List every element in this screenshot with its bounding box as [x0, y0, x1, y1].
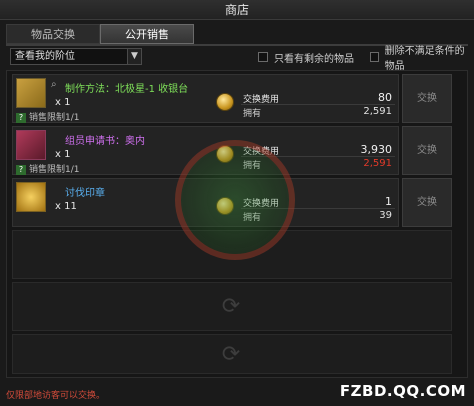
divider: [241, 208, 395, 209]
checkbox-box[interactable]: [370, 52, 379, 62]
question-icon: ?: [16, 113, 26, 123]
cost-value: 3,930: [360, 143, 393, 156]
only-remaining-checkbox[interactable]: 只看有剩余的物品: [258, 50, 354, 65]
window-title: 商店: [0, 0, 474, 20]
gold-coin-icon: [216, 197, 234, 215]
item-quantity: x 1: [55, 97, 71, 108]
empty-slot: ⟳: [12, 334, 452, 374]
item-name: 制作方法：北极星-1 收银台: [65, 84, 189, 95]
checkbox-box[interactable]: [258, 52, 268, 62]
cost-value: 80: [378, 91, 392, 104]
divider: [241, 104, 395, 105]
filter-bar: 查看我的阶位 ▼ 只看有剩余的物品 删除不满足条件的物品: [6, 46, 468, 72]
loading-icon: ⟳: [221, 342, 241, 367]
shop-item-list: ⌕ 制作方法：北极星-1 收银台 x 1 ? 销售限制1/1 交换费用 拥有 80…: [6, 70, 468, 378]
empty-slot: [12, 230, 452, 279]
rank-filter-value: 查看我的阶位: [15, 51, 75, 62]
hide-unmet-checkbox[interactable]: 删除不满足条件的物品: [370, 46, 468, 72]
owned-value: 2,591: [363, 106, 392, 117]
recipe-scroll-icon: [16, 78, 46, 108]
cost-value: 1: [385, 195, 392, 208]
rank-filter-select[interactable]: 查看我的阶位 ▼: [10, 48, 142, 65]
owned-value-insufficient: 2,591: [363, 158, 392, 169]
only-remaining-label: 只看有剩余的物品: [274, 53, 354, 65]
shop-item-row[interactable]: ⌕ 制作方法：北极星-1 收银台 x 1 ? 销售限制1/1 交换费用 拥有 80…: [12, 74, 399, 123]
subjugation-seal-icon: [16, 182, 46, 212]
item-name: 组员申请书：奥内: [65, 136, 145, 147]
hide-unmet-label: 删除不满足条件的物品: [384, 46, 465, 72]
exchange-button[interactable]: 交换: [402, 126, 452, 175]
sale-limit: ? 销售限制1/1: [16, 162, 80, 175]
tab-bar: 物品交换 公开销售: [6, 24, 194, 44]
watermark-site: FZBD.QQ.COM: [339, 382, 466, 400]
shop-item-row[interactable]: 组员申请书：奥内 x 1 ? 销售限制1/1 交换费用 拥有 3,930 2,59…: [12, 126, 399, 175]
chevron-down-icon[interactable]: ▼: [127, 49, 141, 64]
sale-limit: ? 销售限制1/1: [16, 110, 80, 123]
item-quantity: x 1: [55, 149, 71, 160]
owned-label: 拥有: [243, 161, 262, 171]
search-icon[interactable]: ⌕: [51, 79, 57, 90]
tab-public-sale[interactable]: 公开销售: [100, 24, 194, 44]
gold-coin-icon: [216, 93, 234, 111]
footer-notice: 仅限部地访客可以交换。: [6, 391, 106, 401]
tab-item-exchange[interactable]: 物品交换: [6, 24, 100, 44]
shop-item-row[interactable]: 讨伐印章 x 11 交换费用 拥有 1 39: [12, 178, 399, 227]
owned-label: 拥有: [243, 213, 262, 223]
item-name: 讨伐印章: [65, 188, 105, 199]
question-icon: ?: [16, 165, 26, 175]
empty-slot: ⟳: [12, 282, 452, 331]
owned-label: 拥有: [243, 109, 262, 119]
owned-value: 39: [379, 210, 392, 221]
loading-icon: ⟳: [221, 294, 241, 319]
exchange-button[interactable]: 交换: [402, 178, 452, 227]
divider: [241, 156, 395, 157]
item-quantity: x 11: [55, 201, 77, 212]
crew-application-book-icon: [16, 130, 46, 160]
exchange-button[interactable]: 交换: [402, 74, 452, 123]
gold-coin-icon: [216, 145, 234, 163]
